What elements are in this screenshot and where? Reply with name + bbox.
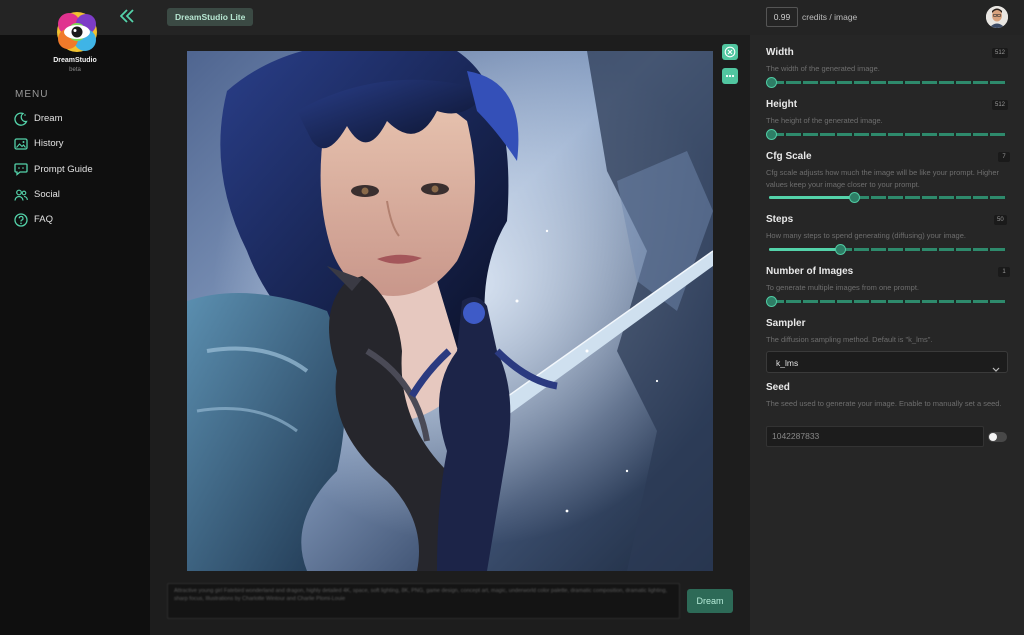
cfg-scale-description: Cfg scale adjusts how much the image wil… <box>766 168 1000 189</box>
users-icon <box>14 188 28 202</box>
number-of-images-slider[interactable] <box>766 295 1007 307</box>
slider-fill <box>769 248 839 251</box>
app-name-badge: DreamStudio Lite <box>167 8 254 26</box>
slider-track <box>769 300 1007 303</box>
dream-button[interactable]: Dream <box>687 589 733 613</box>
double-chevron-left-icon <box>119 9 134 23</box>
steps-value: 50 <box>994 215 1007 225</box>
width-description: The width of the generated image. <box>766 64 880 73</box>
sidebar-item-history[interactable]: History <box>0 131 150 156</box>
sampler-title: Sampler <box>766 318 806 329</box>
slider-track <box>769 133 1007 136</box>
cfg-scale-value: 7 <box>998 152 1010 162</box>
credits-per-image-value: 0.99 <box>766 7 798 27</box>
sampler-selected-value: k_lms <box>776 358 799 368</box>
credits-per-image-label: credits / image <box>802 12 858 22</box>
prompt-input[interactable]: Attractive young girl Fatebird wonderlan… <box>167 583 680 619</box>
seed-title: Seed <box>766 382 790 393</box>
sidebar-item-label: Dream <box>34 113 63 125</box>
menu-heading: MENU <box>15 89 49 100</box>
sidebar-item-label: Prompt Guide <box>34 163 93 175</box>
brand-beta-tag: beta <box>69 67 81 73</box>
sampler-description: The diffusion sampling method. Default i… <box>766 335 933 344</box>
slider-thumb[interactable] <box>766 77 777 88</box>
slider-thumb[interactable] <box>849 192 861 203</box>
remove-image-button[interactable] <box>722 44 738 60</box>
question-circle-icon <box>14 213 28 227</box>
cfg-scale-title: Cfg Scale <box>766 151 812 162</box>
user-avatar[interactable] <box>986 6 1008 28</box>
steps-description: How many steps to spend generating (diff… <box>766 231 966 240</box>
image-gallery-icon <box>14 137 28 151</box>
sidebar-item-dream[interactable]: Dream <box>0 106 150 131</box>
collapse-sidebar-button[interactable] <box>119 8 134 24</box>
number-of-images-value: 1 <box>998 267 1010 277</box>
height-value: 512 <box>992 100 1009 110</box>
moon-icon <box>14 112 28 126</box>
width-value: 512 <box>992 48 1009 58</box>
chat-bubble-icon <box>14 162 28 177</box>
sampler-select[interactable]: k_lms <box>766 351 1008 373</box>
number-of-images-description: To generate multiple images from one pro… <box>766 283 919 292</box>
seed-description: The seed used to generate your image. En… <box>766 399 1002 408</box>
slider-thumb[interactable] <box>835 244 847 255</box>
dreamstudio-logo <box>55 10 99 54</box>
slider-thumb[interactable] <box>766 129 777 140</box>
seed-toggle[interactable] <box>988 432 1007 442</box>
close-circle-icon <box>724 46 736 58</box>
sidebar-item-label: Social <box>34 189 60 201</box>
slider-fill <box>769 196 853 199</box>
more-dots-icon <box>725 74 735 78</box>
height-description: The height of the generated image. <box>766 116 883 125</box>
sidebar-item-social[interactable]: Social <box>0 182 150 207</box>
generated-image[interactable] <box>187 51 713 571</box>
slider-thumb[interactable] <box>766 296 777 307</box>
image-options-button[interactable] <box>722 68 738 84</box>
height-title: Height <box>766 99 798 110</box>
sidebar-item-label: FAQ <box>34 214 54 226</box>
sidebar-item-label: History <box>34 138 64 150</box>
width-slider[interactable] <box>766 76 1007 88</box>
steps-slider[interactable] <box>766 243 1007 255</box>
number-of-images-title: Number of Images <box>766 266 854 277</box>
toggle-knob <box>989 433 997 441</box>
sidebar-nav: Dream History Prompt Guide Social FAQ <box>0 106 150 232</box>
chevron-down-icon <box>992 360 1000 378</box>
seed-input[interactable]: 1042287833 <box>766 426 984 447</box>
steps-title: Steps <box>766 214 794 225</box>
height-slider[interactable] <box>766 128 1007 140</box>
brand-name: DreamStudio <box>53 57 97 64</box>
slider-track <box>769 81 1007 84</box>
sidebar-item-prompt-guide[interactable]: Prompt Guide <box>0 157 150 182</box>
cfg-scale-slider[interactable] <box>766 191 1007 203</box>
sidebar-item-faq[interactable]: FAQ <box>0 207 150 232</box>
width-title: Width <box>766 47 794 58</box>
